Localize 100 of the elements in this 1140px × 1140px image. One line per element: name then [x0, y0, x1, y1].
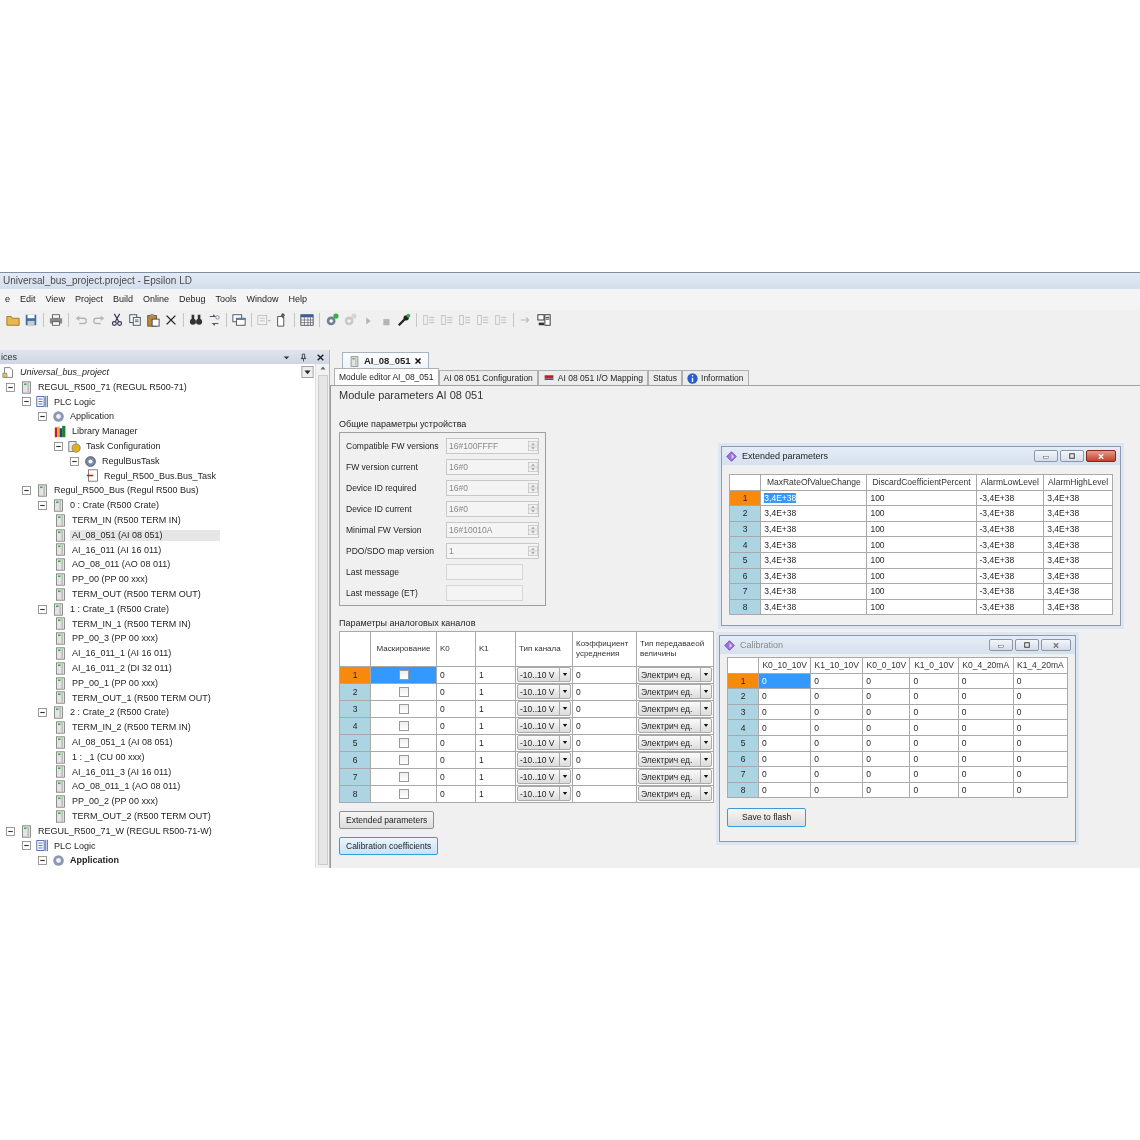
table-cell[interactable]: 0 [1013, 704, 1068, 720]
dropdown[interactable]: -10..10 V [517, 752, 571, 768]
table-cell[interactable]: 0 [758, 782, 811, 798]
dropdown[interactable]: Электрич ед. [638, 735, 712, 751]
table-cell[interactable]: 1 [475, 785, 516, 803]
dropdown[interactable]: -10..10 V [517, 667, 571, 683]
checkbox[interactable] [398, 704, 409, 715]
table-cell[interactable]: -3,4E+38 [976, 552, 1044, 569]
table-cell[interactable]: 0 [910, 688, 959, 705]
table-cell[interactable]: 100 [866, 521, 977, 537]
table-cell[interactable]: 0 [958, 782, 1014, 798]
button[interactable]: Calibration coefficients [339, 836, 439, 856]
tree-item[interactable]: RegulBusTask [100, 455, 162, 467]
table-cell[interactable]: 1 [475, 751, 516, 769]
table-cell[interactable]: 0 [572, 717, 637, 735]
tree-item[interactable]: TERM_IN_2 (R500 TERM IN) [70, 722, 193, 733]
table-cell[interactable]: 0 [572, 683, 637, 701]
delete-icon[interactable] [164, 313, 178, 327]
menu-item[interactable]: e [0, 294, 15, 305]
table-cell[interactable]: 0 [958, 766, 1014, 783]
table-cell[interactable]: 1 [475, 734, 516, 752]
table-cell[interactable]: 0 [810, 751, 863, 767]
table-cell[interactable]: 0 [810, 782, 863, 798]
dropdown[interactable]: Электрич ед. [638, 701, 712, 717]
collapse-toggle-icon[interactable] [70, 456, 79, 466]
table-cell[interactable]: -3,4E+38 [976, 490, 1044, 506]
gear-icon[interactable] [325, 313, 339, 327]
table-cell[interactable]: 1 [475, 717, 516, 735]
menu-item[interactable]: Help [283, 294, 312, 305]
menu-item[interactable]: Debug [173, 294, 211, 305]
table-cell[interactable]: 0 [958, 688, 1014, 705]
tree-item[interactable]: Library Manager [70, 426, 140, 437]
collapse-toggle-icon[interactable] [22, 841, 31, 851]
minimize-button[interactable] [989, 639, 1013, 651]
printer-icon[interactable] [49, 313, 63, 327]
table-cell[interactable]: 100 [866, 599, 977, 615]
tree-item[interactable]: AO_08_011 (AO 08 011) [70, 559, 173, 571]
table-cell[interactable]: 0 [958, 735, 1014, 752]
table-cell[interactable]: 3,4E+38 [1043, 568, 1113, 584]
collapse-toggle-icon[interactable] [22, 397, 31, 407]
table-cell[interactable]: 0 [862, 766, 910, 783]
menu-item[interactable]: Online [137, 294, 174, 305]
table-cell[interactable]: 0 [862, 688, 910, 705]
windows-icon[interactable] [232, 313, 246, 327]
dropdown[interactable]: Электрич ед. [638, 684, 712, 700]
wrench-icon[interactable] [397, 313, 411, 327]
collapse-toggle-icon[interactable] [38, 604, 47, 614]
table-cell[interactable]: 0 [1013, 719, 1068, 736]
clipboard-icon[interactable] [146, 313, 160, 327]
tree-item[interactable]: AO_08_011_1 (AO 08 011) [70, 781, 183, 793]
pin-icon[interactable] [299, 352, 308, 362]
table-cell[interactable]: 0 [810, 735, 863, 752]
table-cell[interactable]: 3,4E+38 [1043, 599, 1113, 615]
table-cell[interactable]: 0 [572, 785, 637, 803]
table-cell[interactable]: 0 [1013, 673, 1068, 689]
tree-item[interactable]: Application [68, 411, 117, 423]
text-field[interactable] [446, 564, 523, 580]
checkbox[interactable] [398, 721, 409, 732]
collapse-toggle-icon[interactable] [22, 486, 31, 496]
tree-item[interactable]: PP_00 (PP 00 xxx) [70, 574, 150, 585]
table-cell[interactable]: 0 [1013, 766, 1068, 783]
table-cell[interactable]: 0 [958, 719, 1014, 736]
table-cell[interactable]: 100 [866, 583, 977, 600]
table-cell[interactable]: 0 [862, 719, 910, 736]
scissors-icon[interactable] [110, 313, 124, 327]
computer-icon[interactable] [537, 313, 551, 327]
table-cell[interactable]: 0 [1013, 735, 1068, 752]
menu-item[interactable]: Window [241, 294, 284, 305]
table-cell[interactable]: 0 [758, 688, 811, 705]
copy-icon[interactable] [128, 313, 142, 327]
tab[interactable]: AI 08 051 I/O Mapping [537, 370, 648, 385]
tree-item[interactable]: TERM_OUT_2 (R500 TERM OUT) [70, 810, 213, 822]
table-cell[interactable]: -3,4E+38 [976, 568, 1044, 584]
dropdown[interactable]: -10..10 V [517, 786, 571, 802]
table-cell[interactable]: 0 [810, 719, 863, 736]
table-cell[interactable]: 0 [910, 782, 959, 798]
table-cell[interactable]: 0 [958, 704, 1014, 720]
table-cell[interactable]: 0 [910, 735, 959, 752]
table-cell[interactable]: 0 [862, 782, 910, 798]
tree-item[interactable]: PP_00_1 (PP 00 xxx) [70, 677, 160, 689]
checkbox[interactable] [398, 789, 409, 800]
table-cell[interactable]: 0 [1013, 688, 1068, 705]
checkbox[interactable] [398, 772, 409, 783]
tree-item[interactable]: AI_16_011_2 (DI 32 011) [70, 662, 174, 674]
tree-item[interactable]: AI_08_051 (AI 08 051) [70, 529, 220, 541]
tree-item[interactable]: AI_16_011 (AI 16 011) [70, 544, 164, 556]
tree-item[interactable]: TERM_OUT_1 (R500 TERM OUT) [70, 692, 213, 704]
table-cell[interactable]: 0 [758, 766, 811, 783]
maximize-button[interactable] [1015, 639, 1039, 651]
tree-item[interactable]: AI_16_011_1 (AI 16 011) [70, 648, 174, 659]
table-cell[interactable]: 0 [572, 768, 637, 786]
table-cell[interactable]: 0 [572, 751, 637, 769]
dropdown[interactable]: Электрич ед. [638, 786, 712, 802]
table-cell[interactable]: 3,4E+38 [760, 599, 867, 615]
collapse-toggle-icon[interactable] [38, 708, 47, 718]
table-cell[interactable]: 100 [866, 552, 977, 569]
table-cell[interactable]: 0 [436, 717, 476, 735]
table-cell[interactable]: 3,4E+38 [1043, 536, 1113, 553]
collapse-toggle-icon[interactable] [54, 441, 63, 451]
dropdown[interactable]: Электрич ед. [638, 752, 712, 768]
